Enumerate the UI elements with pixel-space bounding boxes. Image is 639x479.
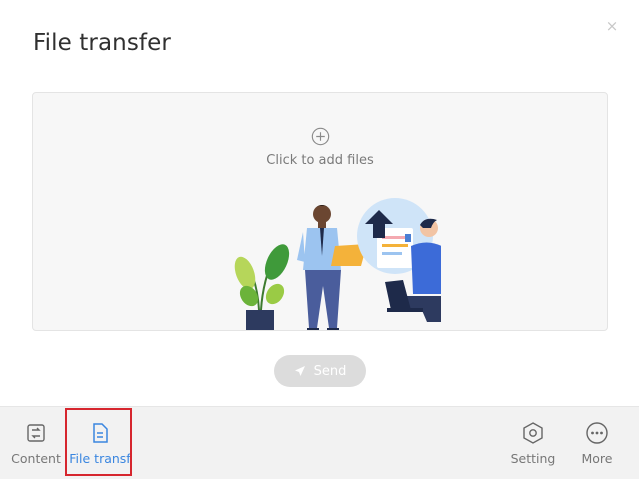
nav-item-label: More xyxy=(581,451,613,466)
nav-item-label: File transf xyxy=(69,451,131,466)
nav-item-setting[interactable]: Setting xyxy=(501,407,565,479)
nav-item-file-transfer[interactable]: File transf xyxy=(68,407,132,479)
nav-item-content[interactable]: Content xyxy=(4,407,68,479)
send-arrow-icon xyxy=(294,366,305,376)
add-files-label: Click to add files xyxy=(266,153,374,168)
hexagon-settings-icon xyxy=(523,422,543,444)
file-icon xyxy=(93,423,108,443)
send-button[interactable]: Send xyxy=(274,355,366,387)
file-transfer-illustration xyxy=(234,198,441,330)
send-label: Send xyxy=(313,363,347,379)
nav-item-label: Content xyxy=(11,451,61,466)
close-icon[interactable]: × xyxy=(604,18,620,34)
nav-item-more[interactable]: More xyxy=(565,407,629,479)
add-circle-icon xyxy=(311,127,330,146)
content-transfer-icon xyxy=(27,424,45,442)
more-dots-icon xyxy=(586,422,608,444)
bottom-nav-bar: Content File transf Setting More xyxy=(0,406,639,479)
file-dropzone[interactable]: Click to add files xyxy=(32,92,608,331)
dialog-title: File transfer xyxy=(33,30,171,56)
nav-item-label: Setting xyxy=(510,451,556,466)
